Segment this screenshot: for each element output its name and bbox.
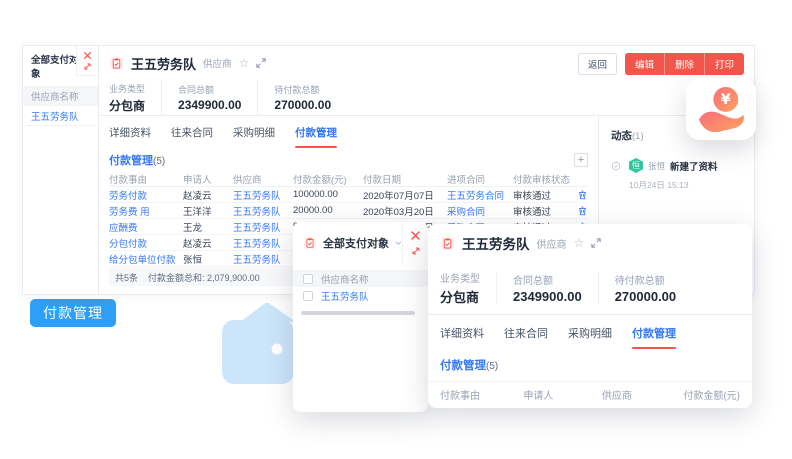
- activity-action: 新建了资料: [670, 159, 718, 173]
- activity-entry: 恒 张恒 新建了资料 10月24日 15:13: [611, 158, 742, 191]
- record-subtitle: 供应商: [203, 56, 232, 70]
- supplier-column-header: 供应商名称: [23, 86, 98, 106]
- stat-pending-total: 待付款总额 270000.00: [598, 272, 692, 304]
- yen-hand-icon: ¥: [696, 86, 746, 132]
- stat-pending-total: 待付款总额 270000.00: [257, 80, 347, 115]
- tab-purchase-detail[interactable]: 采购明细: [568, 325, 612, 341]
- record-header: 王五劳务队 供应商 ☆ 返回 编辑 删除 打印: [99, 46, 754, 80]
- expand-icon[interactable]: [83, 62, 92, 71]
- front-list-title: 全部支付对象: [323, 235, 389, 251]
- payment-section-title: 付款管理(5): [109, 152, 165, 168]
- back-button[interactable]: 返回: [578, 53, 617, 75]
- timeline-dot-icon: [611, 161, 621, 171]
- avatar: 恒: [629, 158, 643, 173]
- clipboard-icon: [303, 236, 317, 250]
- clipboard-icon: [440, 236, 455, 251]
- clipboard-icon: [109, 56, 124, 71]
- front-list-column-header-row: 供应商名称: [293, 270, 428, 287]
- front-payment-section-title: 付款管理(5): [440, 357, 498, 373]
- activity-time: 10月24日 15:13: [629, 179, 718, 191]
- front-detail-subtitle: 供应商: [537, 236, 567, 251]
- tab-purchase-detail[interactable]: 采购明细: [233, 125, 275, 140]
- front-list-item: 王五劳务队: [293, 287, 428, 305]
- front-list-column-header: 供应商名称: [321, 272, 369, 286]
- row-checkbox[interactable]: [303, 291, 313, 301]
- feature-label: 付款管理: [30, 299, 116, 327]
- payment-table-header-row: 付款事由 申请人 供应商 付款金额(元) 付款日期 进项合同 付款审核状态: [109, 171, 588, 187]
- sum-text: 付款金额总和: 2,079,900.00: [148, 271, 260, 284]
- activity-user: 张恒: [648, 160, 665, 172]
- tab-payment-management[interactable]: 付款管理: [632, 325, 676, 341]
- stat-business-type: 业务类型 分包商: [109, 80, 161, 115]
- expand-icon[interactable]: [411, 246, 421, 256]
- close-icon[interactable]: [83, 51, 92, 60]
- trash-icon[interactable]: [578, 206, 587, 216]
- close-icon[interactable]: [410, 230, 421, 241]
- delete-button[interactable]: 删除: [664, 53, 704, 75]
- tab-detail-info[interactable]: 详细资料: [440, 325, 484, 341]
- stat-business-type: 业务类型 分包商: [440, 270, 496, 306]
- table-row: 劳务付款 赵凌云 王五劳务队 100000.00 2020年07月07日 王五劳…: [109, 187, 588, 203]
- trash-icon[interactable]: [578, 190, 587, 200]
- horizontal-scrollbar[interactable]: [301, 311, 415, 315]
- front-payment-table-header-row: 付款事由 申请人 供应商 付款金额(元): [428, 381, 752, 407]
- back-window-left-panel: 全部支付对象 供应商名称 王五劳务队: [23, 46, 99, 294]
- edit-button[interactable]: 编辑: [625, 53, 664, 75]
- record-stats: 业务类型 分包商 合同总额 2349900.00 待付款总额 270000.00: [99, 80, 754, 116]
- row-count: 共5条: [115, 271, 138, 284]
- supplier-list-item[interactable]: 王五劳务队: [23, 106, 98, 126]
- print-button[interactable]: 打印: [704, 53, 744, 75]
- front-detail-header: 王五劳务队 供应商 ☆: [428, 224, 752, 262]
- front-list-header: 全部支付对象: [293, 222, 428, 264]
- detail-tabs: 详细资料 往来合同 采购明细 付款管理: [109, 116, 588, 148]
- front-detail-tabs: 详细资料 往来合同 采购明细 付款管理: [428, 315, 752, 351]
- chevron-down-icon[interactable]: [395, 241, 402, 246]
- stat-contract-total: 合同总额 2349900.00: [161, 80, 257, 115]
- svg-text:¥: ¥: [721, 92, 731, 108]
- action-button-group: 编辑 删除 打印: [625, 53, 744, 75]
- supplier-link[interactable]: 王五劳务队: [321, 289, 369, 303]
- front-detail-title: 王五劳务队: [462, 233, 530, 253]
- front-detail-stats: 业务类型 分包商 合同总额 2349900.00 待付款总额 270000.00: [428, 262, 752, 315]
- front-payment-section-header: 付款管理(5): [428, 351, 752, 379]
- select-all-checkbox[interactable]: [303, 274, 313, 284]
- front-list-window: 全部支付对象 供应商名称 王五劳务队: [293, 222, 428, 412]
- stat-contract-total: 合同总额 2349900.00: [496, 272, 598, 304]
- header-actions: 返回 编辑 删除 打印: [578, 53, 744, 75]
- payment-app-icon-card: ¥: [686, 78, 756, 140]
- share-icon[interactable]: [591, 238, 601, 248]
- star-icon[interactable]: ☆: [239, 57, 250, 69]
- tab-payment-management[interactable]: 付款管理: [295, 125, 337, 140]
- front-detail-window: 王五劳务队 供应商 ☆ 业务类型 分包商 合同总额 2349900.00 待付款…: [428, 224, 752, 408]
- app-canvas: 全部支付对象 供应商名称 王五劳务队 王五劳务队 供应商 ☆: [0, 0, 792, 459]
- front-list-controls: [402, 222, 428, 264]
- back-panel-corner-controls: [76, 46, 98, 76]
- share-icon[interactable]: [256, 58, 266, 68]
- tab-contracts[interactable]: 往来合同: [171, 125, 213, 140]
- add-payment-button[interactable]: +: [574, 153, 588, 167]
- star-icon[interactable]: ☆: [574, 237, 585, 249]
- tab-detail-info[interactable]: 详细资料: [109, 125, 151, 140]
- record-title: 王五劳务队: [131, 54, 196, 73]
- tab-contracts[interactable]: 往来合同: [504, 325, 548, 341]
- table-row: 劳务费 用 王洋洋 王五劳务队 20000.00 2020年03月20日 采购合…: [109, 203, 588, 219]
- payment-section-header: 付款管理(5) +: [109, 148, 588, 171]
